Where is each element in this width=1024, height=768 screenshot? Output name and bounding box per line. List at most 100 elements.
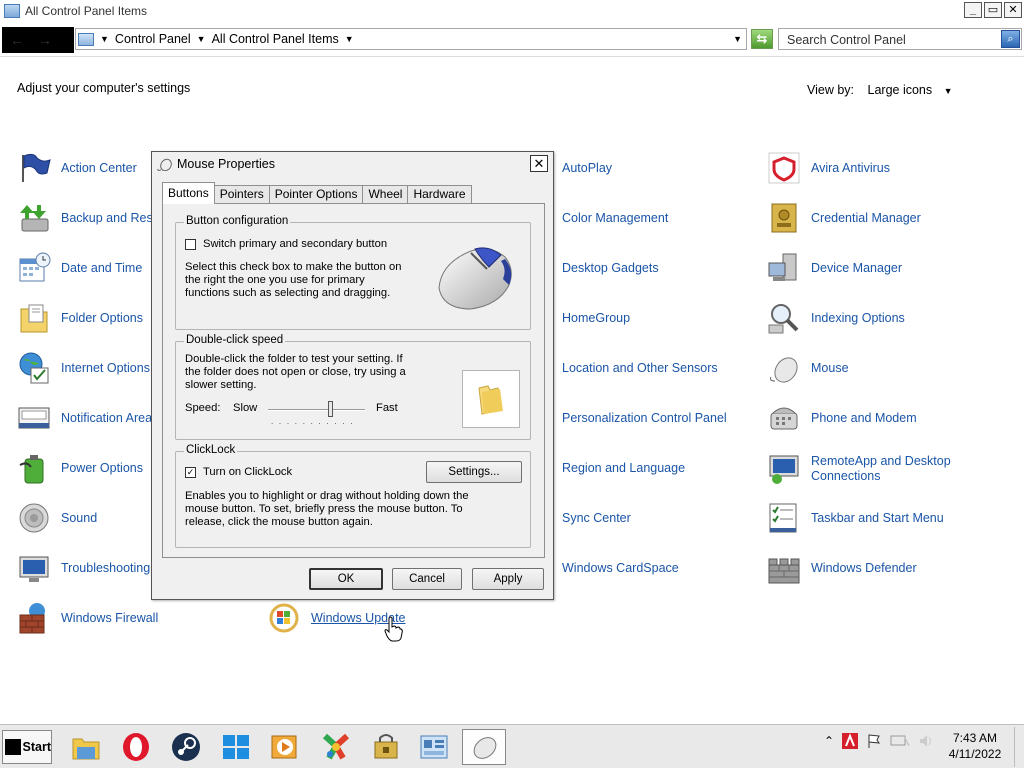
item-power-options[interactable]: Power Options [17, 450, 143, 486]
tab-pointer-options[interactable]: Pointer Options [268, 185, 364, 204]
item-personalization[interactable]: Personalization Control Panel [562, 400, 727, 436]
item-remoteapp-desktop[interactable]: RemoteApp and Desktop Connections [767, 450, 951, 488]
item-indexing-options[interactable]: Indexing Options [767, 300, 905, 336]
firewall-icon [17, 601, 51, 635]
chevron-down-icon[interactable]: ▼ [944, 86, 953, 96]
view-by-dropdown[interactable]: Large icons [868, 83, 933, 97]
control-panel-icon [420, 735, 448, 759]
search-input[interactable]: Search Control Panel ⌕ [778, 28, 1022, 50]
cancel-button[interactable]: Cancel [392, 568, 462, 590]
search-icon[interactable]: ⌕ [1001, 30, 1020, 48]
tab-buttons[interactable]: Buttons [162, 182, 215, 204]
button-config-description: Select this check box to make the button… [185, 261, 402, 273]
tab-wheel[interactable]: Wheel [362, 185, 409, 204]
folder-icon[interactable] [476, 384, 506, 416]
address-bar[interactable]: ▼ Control Panel ▼ All Control Panel Item… [75, 28, 747, 50]
item-location-sensors[interactable]: Location and Other Sensors [562, 350, 718, 386]
item-phone-modem[interactable]: Phone and Modem [767, 400, 917, 436]
start-button[interactable]: Start [2, 730, 52, 764]
taskbar-explorer[interactable] [64, 729, 108, 765]
refresh-button[interactable]: ⇆ [751, 29, 773, 49]
item-sound[interactable]: Sound [17, 500, 97, 536]
taskbar-media-player[interactable] [262, 729, 306, 765]
calendar-clock-icon [17, 251, 51, 285]
item-windows-cardspace[interactable]: Windows CardSpace [562, 550, 679, 586]
item-folder-options[interactable]: Folder Options [17, 300, 143, 336]
system-tray: ⌃ [824, 733, 934, 749]
chevron-down-icon[interactable]: ▼ [345, 34, 354, 44]
breadcrumb-control-panel[interactable]: ▼ Control Panel [100, 32, 191, 46]
close-button[interactable]: ✕ [1004, 2, 1022, 18]
view-by-control[interactable]: View by: Large icons ▼ [807, 83, 953, 97]
tab-hardware[interactable]: Hardware [407, 185, 472, 204]
item-backup-restore[interactable]: Backup and Rest [17, 200, 156, 236]
item-notification-area[interactable]: Notification Area [17, 400, 152, 436]
tab-pointers[interactable]: Pointers [213, 185, 270, 204]
chevron-down-icon[interactable]: ▼ [197, 34, 206, 44]
taskbar-mouse-properties[interactable] [462, 729, 506, 765]
mouse-icon [767, 351, 801, 385]
item-troubleshooting[interactable]: Troubleshooting [17, 550, 150, 586]
opera-icon [123, 733, 149, 761]
item-autoplay[interactable]: AutoPlay [562, 150, 612, 186]
taskbar-windows[interactable] [214, 729, 258, 765]
show-hidden-icons-chevron-icon[interactable]: ⌃ [824, 734, 834, 748]
minimize-button[interactable]: _ [964, 2, 982, 18]
address-history-dropdown-icon[interactable]: ▼ [733, 34, 742, 44]
avira-tray-icon[interactable] [842, 733, 859, 749]
mouse-icon [473, 737, 497, 759]
breadcrumb-all-items[interactable]: ▼ All Control Panel Items ▼ [197, 32, 360, 46]
switch-buttons-label[interactable]: Switch primary and secondary button [203, 238, 387, 251]
remote-desktop-icon [767, 452, 801, 486]
action-center-flag-icon[interactable] [866, 733, 882, 749]
taskbar-steam[interactable] [164, 729, 208, 765]
taskbar-control-panel[interactable] [412, 729, 456, 765]
taskbar-security-center[interactable] [364, 729, 408, 765]
item-desktop-gadgets[interactable]: Desktop Gadgets [562, 250, 659, 286]
item-credential-manager[interactable]: Credential Manager [767, 200, 921, 236]
apply-button[interactable]: Apply [472, 568, 544, 590]
item-action-center[interactable]: Action Center [17, 150, 137, 186]
volume-icon[interactable] [918, 733, 934, 749]
item-region-language[interactable]: Region and Language [562, 450, 685, 486]
clock-time: 7:43 AM [952, 731, 998, 745]
search-placeholder: Search Control Panel [787, 33, 906, 47]
clock-date: 4/11/2022 [948, 747, 1002, 761]
dialog-titlebar[interactable]: Mouse Properties ✕ [152, 152, 553, 176]
test-folder-box[interactable] [462, 370, 520, 428]
item-date-time[interactable]: Date and Time [17, 250, 142, 286]
checklist-icon [767, 501, 801, 535]
item-sync-center[interactable]: Sync Center [562, 500, 631, 536]
taskbar-opera[interactable] [114, 729, 158, 765]
show-desktop-button[interactable] [1014, 727, 1024, 767]
group-label: Double-click speed [184, 334, 286, 346]
double-click-description: the folder does not open or close, try u… [185, 366, 406, 378]
taskbar-app-x[interactable] [314, 729, 358, 765]
item-internet-options[interactable]: Internet Options [17, 350, 150, 386]
chevron-down-icon[interactable]: ▼ [100, 34, 109, 44]
item-windows-firewall[interactable]: Windows Firewall [17, 600, 158, 636]
clicklock-label[interactable]: Turn on ClickLock [203, 466, 292, 479]
clicklock-settings-button[interactable]: Settings... [426, 461, 522, 483]
clicklock-checkbox[interactable]: ✓ [185, 467, 196, 478]
media-player-icon [271, 735, 297, 759]
item-mouse[interactable]: Mouse [767, 350, 849, 386]
network-icon[interactable] [890, 734, 910, 748]
taskbar-clock[interactable]: 7:43 AM 4/11/2022 [940, 730, 1010, 762]
castle-wall-icon [767, 551, 801, 585]
switch-buttons-checkbox[interactable] [185, 239, 196, 250]
item-homegroup[interactable]: HomeGroup [562, 300, 630, 336]
item-taskbar-start-menu[interactable]: Taskbar and Start Menu [767, 500, 944, 536]
nav-buttons[interactable]: ←→ [2, 27, 74, 53]
restore-button[interactable]: ▭ [984, 2, 1002, 18]
speed-slider-track[interactable] [268, 409, 365, 411]
item-windows-defender[interactable]: Windows Defender [767, 550, 917, 586]
phone-icon [767, 401, 801, 435]
item-avira-antivirus[interactable]: Avira Antivirus [767, 150, 890, 186]
speed-slider-thumb[interactable] [328, 401, 334, 417]
ok-button[interactable]: OK [309, 568, 383, 590]
item-color-management[interactable]: Color Management [562, 200, 668, 236]
magnifier-icon [767, 301, 801, 335]
item-device-manager[interactable]: Device Manager [767, 250, 902, 286]
dialog-close-button[interactable]: ✕ [530, 155, 548, 172]
